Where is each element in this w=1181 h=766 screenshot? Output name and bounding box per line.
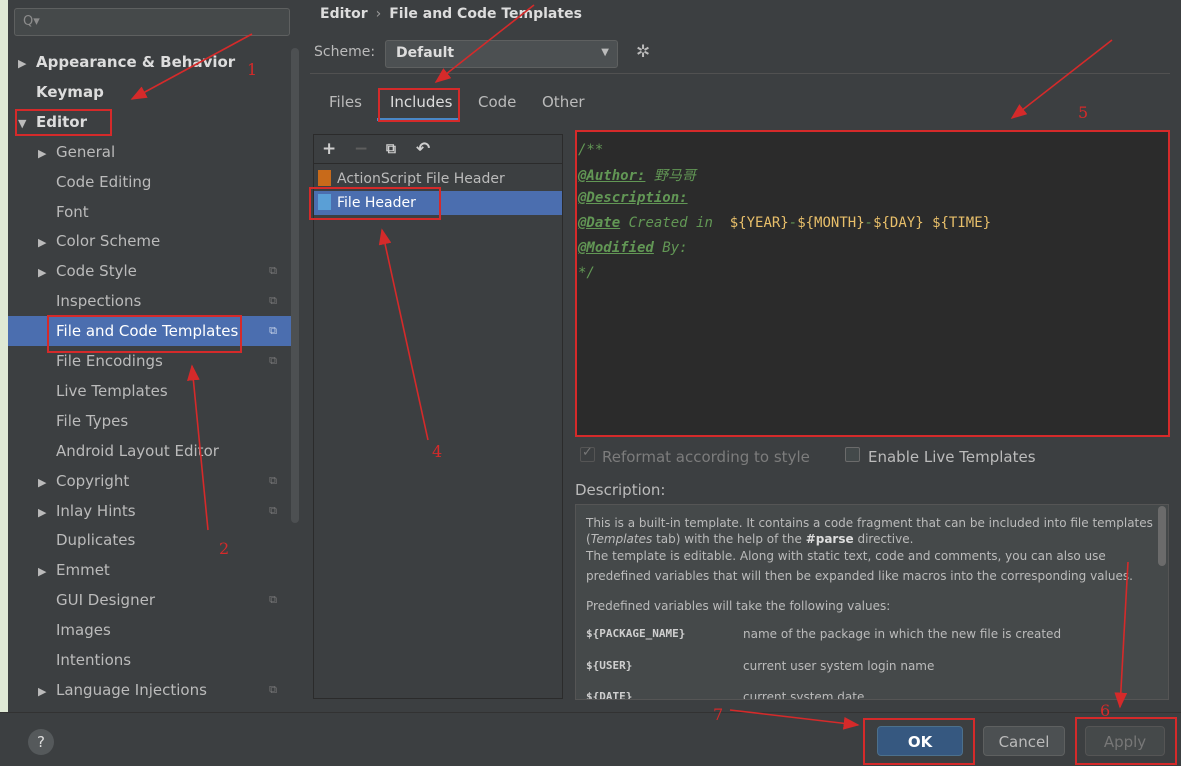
annotation-arrows [130,4,1129,730]
